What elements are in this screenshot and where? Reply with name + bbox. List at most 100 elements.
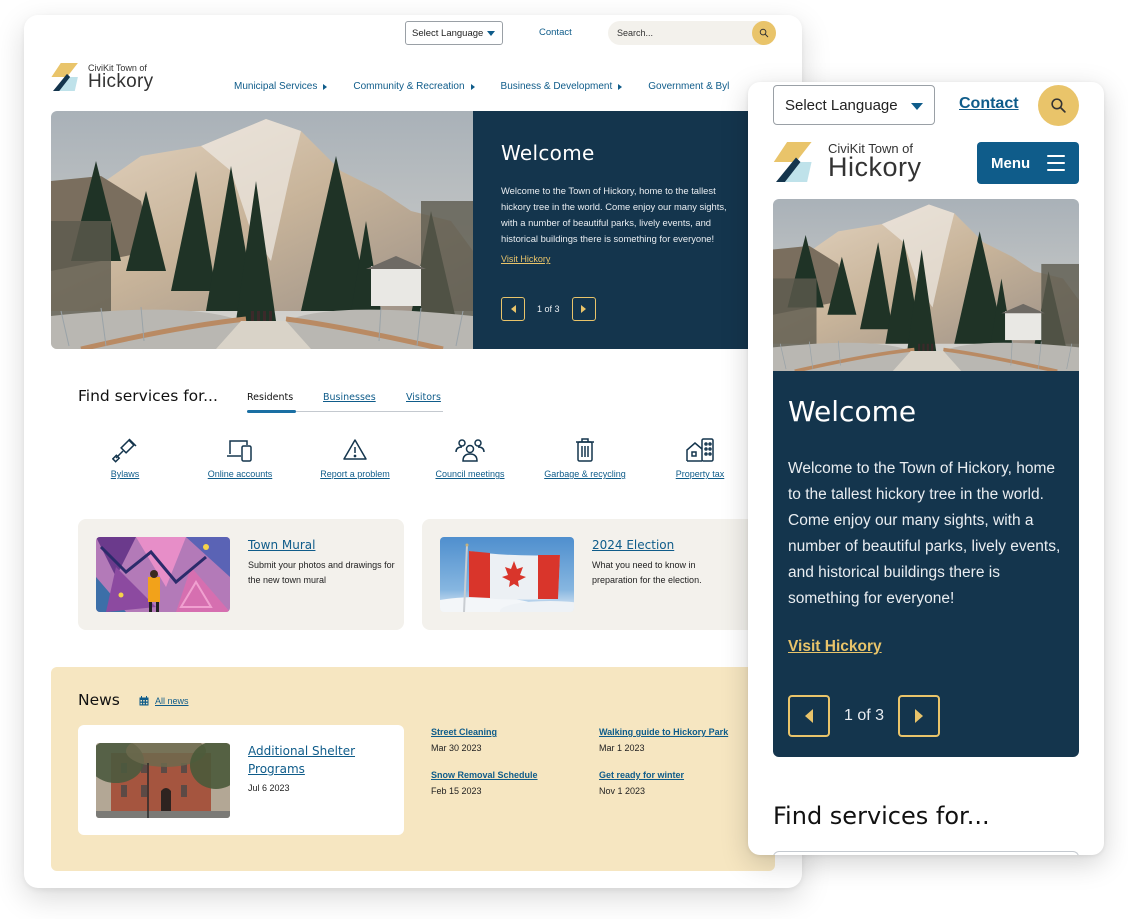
hero-carousel: Welcome Welcome to the Town of Hickory, … [51,111,802,349]
carousel-prev-button[interactable] [788,695,830,737]
news-item-date: Nov 1 2023 [599,786,646,796]
service-bylaws[interactable]: Bylaws [70,437,180,479]
caret-right-icon [470,83,475,90]
mobile-search-button[interactable] [1038,85,1079,126]
all-news-label: All news [155,696,189,706]
trash-icon [576,438,594,462]
nav-label: Business & Development [500,81,613,92]
card-title[interactable]: Town Mural [248,538,315,552]
service-online-accounts[interactable]: Online accounts [185,437,295,479]
mobile-find-services-heading: Find services for... [773,802,990,830]
news-item-date: Mar 30 2023 [431,743,482,753]
hero-body: Welcome to the Town of Hickory, home to … [501,185,727,244]
search-button[interactable] [752,21,776,45]
devices-icon [227,440,252,462]
carousel-count: 1 of 3 [537,304,560,314]
all-news-link[interactable]: All news [139,696,189,706]
news-item-title[interactable]: Get ready for winter [599,770,684,780]
site-logo[interactable]: CiviKit Town of Hickory [51,63,161,93]
mobile-hero-image [773,199,1079,371]
nav-item-community-recreation[interactable]: Community & Recreation [353,81,475,92]
featured-news-title[interactable]: Additional Shelter Programs [248,742,388,778]
active-tab-indicator [247,410,296,413]
service-label: Property tax [675,469,725,479]
gavel-icon [112,438,137,463]
language-select-label: Select Language [412,27,484,39]
carousel-prev-button[interactable] [501,297,525,321]
visit-hickory-link[interactable]: Visit Hickory [501,254,550,264]
carousel-next-button[interactable] [898,695,941,737]
featured-news-date: Jul 6 2023 [248,783,290,793]
nav-label: Government & Byl [648,81,730,92]
search-input[interactable]: Search... [608,21,776,45]
news-item-title[interactable]: Street Cleaning [431,727,497,737]
search-icon [1050,97,1067,114]
news-item-title[interactable]: Walking guide to Hickory Park [599,727,728,737]
warning-icon [343,439,367,460]
calendar-icon [139,696,149,706]
feature-card-town-mural[interactable]: Town Mural Submit your photos and drawin… [78,519,404,630]
service-property-tax[interactable]: Property tax [645,437,755,479]
card-title[interactable]: 2024 Election [592,538,674,552]
search-placeholder: Search... [617,28,654,38]
carousel-pager: 1 of 3 [501,297,596,321]
service-council-meetings[interactable]: Council meetings [415,437,525,479]
news-section: News All news Additional Shelter Program… [51,667,775,871]
visit-hickory-link[interactable]: Visit Hickory [788,638,882,656]
featured-news-card[interactable]: Additional Shelter Programs Jul 6 2023 [78,725,404,835]
carousel-pager: 1 of 3 [788,695,941,737]
language-select[interactable]: Select Language [405,21,503,45]
tab-businesses[interactable]: Businesses [323,392,376,403]
mural-photo [96,537,230,612]
service-garbage-recycling[interactable]: Garbage & recycling [530,437,640,479]
service-report-problem[interactable]: Report a problem [300,437,410,479]
carousel-count: 1 of 3 [844,707,885,724]
tab-visitors[interactable]: Visitors [406,392,441,403]
mobile-site-logo[interactable]: CiviKit Town of Hickory [773,141,943,186]
contact-link[interactable]: Contact [539,27,572,38]
service-label: Bylaws [110,469,140,479]
mobile-language-select[interactable]: Select Language [773,85,935,125]
nav-item-government-bylaws[interactable]: Government & Byl [648,81,729,92]
hero-image [51,111,473,349]
news-item-date: Mar 1 2023 [599,743,645,753]
news-heading: News [78,691,120,709]
canada-flag-photo [440,537,574,612]
caret-right-icon [618,83,623,90]
news-item-date: Feb 15 2023 [431,786,482,796]
main-nav: Municipal Services Community & Recreatio… [234,81,755,92]
news-item-title[interactable]: Snow Removal Schedule [431,770,538,780]
hero-body: Welcome to the Town of Hickory, home to … [788,460,1061,607]
find-services-heading: Find services for... [78,387,218,405]
caret-right-icon [323,83,328,90]
house-building-icon [686,438,714,462]
mobile-preview: Select Language Contact CiviKit Town of … [748,82,1104,855]
service-label: Report a problem [320,469,390,479]
news-item: Walking guide to Hickory Park Mar 1 2023 [599,727,728,753]
mobile-tabs-preview [773,851,1079,855]
chevron-down-icon [911,103,923,110]
menu-button[interactable]: Menu [977,142,1079,184]
mobile-hero-panel: Welcome Welcome to the Town of Hickory, … [773,371,1079,757]
caret-right-icon [581,305,587,313]
service-label: Garbage & recycling [544,469,626,479]
service-label: Council meetings [435,469,505,479]
logo-mark-icon [773,142,819,182]
utility-bar: Select Language Contact Search... [24,21,802,45]
mural-image [96,537,230,612]
carousel-next-button[interactable] [571,297,596,321]
caret-left-icon [805,709,813,723]
mobile-contact-link[interactable]: Contact [959,95,1019,113]
logo-name: Hickory [88,71,154,92]
tab-residents[interactable]: Residents [247,392,293,403]
chevron-down-icon [487,31,495,36]
card-description: Submit your photos and drawings for the … [248,560,395,585]
nav-item-business-development[interactable]: Business & Development [501,81,623,92]
nav-item-municipal-services[interactable]: Municipal Services [234,81,328,92]
news-item: Snow Removal Schedule Feb 15 2023 [431,770,538,796]
hamburger-icon [1047,155,1065,171]
desktop-preview: Select Language Contact Search... CiviKi… [24,15,802,888]
feature-card-election[interactable]: 2024 Election What you need to know in p… [422,519,782,630]
service-label: Online accounts [207,469,273,479]
search-icon [759,28,769,38]
